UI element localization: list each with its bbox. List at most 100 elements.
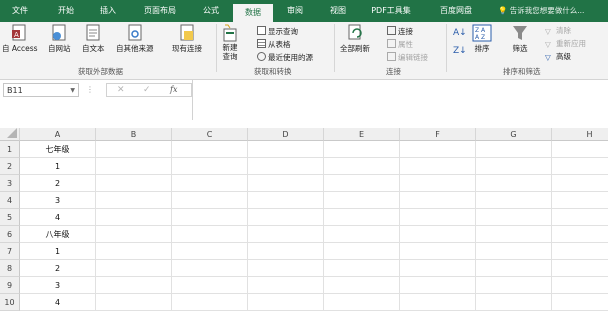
cell-H10[interactable]	[552, 294, 608, 311]
cell-E5[interactable]	[324, 209, 400, 226]
cell-G8[interactable]	[476, 260, 552, 277]
tab-0[interactable]: 文件	[2, 0, 38, 22]
tab-6[interactable]: 审阅	[277, 0, 313, 22]
cell-D8[interactable]	[248, 260, 324, 277]
properties-button[interactable]: 属性	[387, 39, 413, 51]
cell-A9[interactable]: 3	[20, 277, 96, 294]
row-header[interactable]: 2	[0, 158, 20, 175]
cell-F7[interactable]	[400, 243, 476, 260]
cell-B10[interactable]	[96, 294, 172, 311]
cell-H1[interactable]	[552, 141, 608, 158]
tab-9[interactable]: 百度网盘	[428, 0, 484, 22]
cell-H4[interactable]	[552, 192, 608, 209]
cell-H3[interactable]	[552, 175, 608, 192]
drag-handle-icon[interactable]: ⋮	[86, 83, 94, 97]
tab-7[interactable]: 视图	[319, 0, 357, 22]
cell-H8[interactable]	[552, 260, 608, 277]
cell-C9[interactable]	[172, 277, 248, 294]
select-all-corner[interactable]	[0, 128, 20, 141]
cell-A6[interactable]: 八年级	[20, 226, 96, 243]
sort-ascending-button[interactable]: A↓	[453, 27, 467, 39]
tab-1[interactable]: 开始	[48, 0, 84, 22]
cell-A4[interactable]: 3	[20, 192, 96, 209]
column-header-D[interactable]: D	[248, 128, 324, 141]
cell-A2[interactable]: 1	[20, 158, 96, 175]
cell-H6[interactable]	[552, 226, 608, 243]
insert-function-icon[interactable]: fx	[170, 84, 177, 96]
from-table-button[interactable]: 从表格	[257, 39, 291, 51]
filter-button[interactable]: 筛选	[512, 24, 528, 54]
cell-A8[interactable]: 2	[20, 260, 96, 277]
chevron-down-icon[interactable]: ▼	[70, 84, 75, 98]
from-access-button[interactable]: A 自 Access	[2, 24, 38, 54]
cell-C4[interactable]	[172, 192, 248, 209]
cell-B3[interactable]	[96, 175, 172, 192]
cell-D3[interactable]	[248, 175, 324, 192]
from-other-sources-button[interactable]: 自其他来源	[116, 24, 154, 54]
advanced-filter-button[interactable]: ▽ 高级	[545, 51, 571, 63]
cell-F1[interactable]	[400, 141, 476, 158]
cell-A10[interactable]: 4	[20, 294, 96, 311]
cell-B4[interactable]	[96, 192, 172, 209]
cell-E9[interactable]	[324, 277, 400, 294]
column-header-A[interactable]: A	[20, 128, 96, 141]
cell-H5[interactable]	[552, 209, 608, 226]
cell-A7[interactable]: 1	[20, 243, 96, 260]
cell-F10[interactable]	[400, 294, 476, 311]
cell-E8[interactable]	[324, 260, 400, 277]
column-header-G[interactable]: G	[476, 128, 552, 141]
cell-E10[interactable]	[324, 294, 400, 311]
sort-button[interactable]: Z AA Z 排序	[472, 24, 492, 54]
cell-D7[interactable]	[248, 243, 324, 260]
new-query-button[interactable]: 新建 查询	[222, 24, 238, 61]
cell-C5[interactable]	[172, 209, 248, 226]
cell-G10[interactable]	[476, 294, 552, 311]
cell-B9[interactable]	[96, 277, 172, 294]
cell-C6[interactable]	[172, 226, 248, 243]
cell-F2[interactable]	[400, 158, 476, 175]
cell-C10[interactable]	[172, 294, 248, 311]
clear-filter-button[interactable]: ▽ 清除	[545, 25, 571, 37]
cell-F3[interactable]	[400, 175, 476, 192]
cell-G1[interactable]	[476, 141, 552, 158]
cell-B5[interactable]	[96, 209, 172, 226]
cell-B1[interactable]	[96, 141, 172, 158]
tab-3[interactable]: 页面布局	[135, 0, 185, 22]
row-header[interactable]: 4	[0, 192, 20, 209]
cell-A1[interactable]: 七年级	[20, 141, 96, 158]
column-header-F[interactable]: F	[400, 128, 476, 141]
cell-D4[interactable]	[248, 192, 324, 209]
formula-input[interactable]	[193, 80, 608, 120]
cell-F4[interactable]	[400, 192, 476, 209]
row-header[interactable]: 1	[0, 141, 20, 158]
cancel-icon[interactable]: ✕	[117, 84, 125, 96]
cell-H7[interactable]	[552, 243, 608, 260]
cell-D6[interactable]	[248, 226, 324, 243]
cell-B6[interactable]	[96, 226, 172, 243]
name-box[interactable]: B11 ▼	[3, 83, 79, 97]
cell-C1[interactable]	[172, 141, 248, 158]
row-header[interactable]: 6	[0, 226, 20, 243]
from-web-button[interactable]: 自网站	[48, 24, 71, 54]
connections-button[interactable]: 连接	[387, 26, 413, 38]
enter-check-icon[interactable]: ✓	[143, 84, 151, 96]
cell-E1[interactable]	[324, 141, 400, 158]
row-header[interactable]: 3	[0, 175, 20, 192]
tab-2[interactable]: 插入	[88, 0, 128, 22]
cell-G3[interactable]	[476, 175, 552, 192]
edit-links-button[interactable]: 编辑链接	[387, 52, 428, 64]
cell-B7[interactable]	[96, 243, 172, 260]
refresh-all-button[interactable]: 全部刷新	[340, 24, 370, 54]
cell-D10[interactable]	[248, 294, 324, 311]
cell-B2[interactable]	[96, 158, 172, 175]
row-header[interactable]: 9	[0, 277, 20, 294]
cell-G5[interactable]	[476, 209, 552, 226]
column-header-C[interactable]: C	[172, 128, 248, 141]
cell-B8[interactable]	[96, 260, 172, 277]
existing-connections-button[interactable]: 现有连接	[172, 24, 202, 54]
cell-D1[interactable]	[248, 141, 324, 158]
cell-D2[interactable]	[248, 158, 324, 175]
cell-C8[interactable]	[172, 260, 248, 277]
tell-me-search[interactable]: 💡 告诉我您想要做什么...	[498, 0, 584, 22]
cell-G9[interactable]	[476, 277, 552, 294]
